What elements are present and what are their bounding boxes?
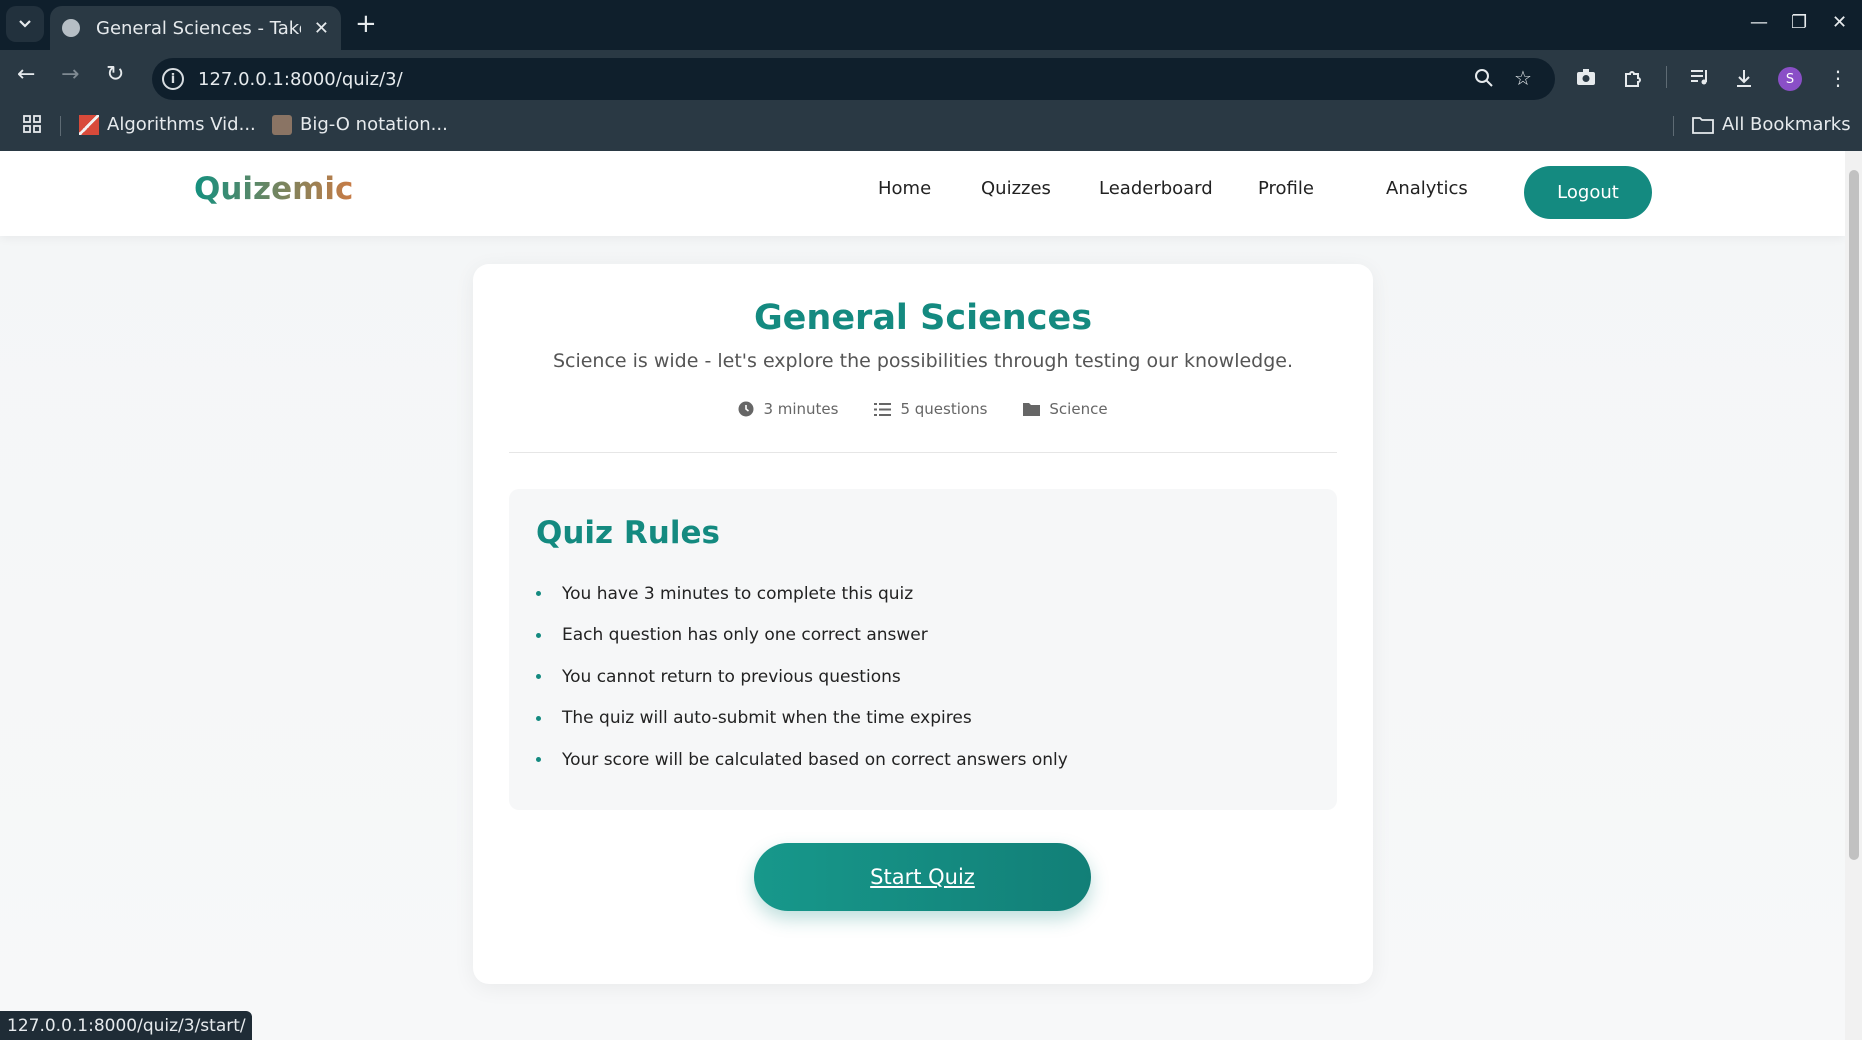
rule-text: Your score will be calculated based on c…	[562, 749, 1068, 770]
quiz-title: General Sciences	[753, 298, 1093, 338]
profile-avatar[interactable]: S	[1778, 67, 1802, 91]
chevron-down-icon	[19, 20, 31, 28]
restore-icon[interactable]: ❐	[1791, 12, 1807, 33]
all-bookmarks-label: All Bookmarks	[1722, 114, 1851, 135]
browser-tab-active[interactable]: General Sciences - Take Quiz ✕	[50, 6, 341, 50]
meta-category-text: Science	[1049, 400, 1108, 418]
forward-icon[interactable]: →	[61, 64, 79, 86]
tab-search-button[interactable]	[6, 6, 44, 42]
bookmark-separator	[1673, 116, 1674, 136]
rule-item: Each question has only one correct answe…	[536, 615, 1068, 657]
rule-item: Your score will be calculated based on c…	[536, 739, 1068, 781]
apps-grid-icon[interactable]	[22, 114, 42, 134]
all-bookmarks-button[interactable]: All Bookmarks	[1692, 114, 1851, 135]
meta-questions-text: 5 questions	[900, 400, 988, 418]
close-window-icon[interactable]: ✕	[1832, 12, 1847, 33]
bullet-icon	[536, 715, 541, 721]
nav-link-leaderboard[interactable]: Leaderboard	[1099, 178, 1213, 199]
quiz-rules-box: Quiz Rules You have 3 minutes to complet…	[509, 489, 1337, 810]
browser-tab-bar: General Sciences - Take Quiz ✕ + — ❐ ✕	[0, 0, 1862, 50]
bullet-icon	[536, 674, 541, 680]
tab-title: General Sciences - Take Quiz	[96, 17, 301, 39]
extensions-icon[interactable]	[1623, 68, 1643, 91]
bookmark-favicon-icon	[272, 114, 292, 135]
screenshot-camera-icon[interactable]	[1576, 68, 1596, 89]
bullet-icon	[536, 591, 541, 597]
clock-icon	[738, 401, 754, 417]
quiz-description: Science is wide - let's explore the poss…	[552, 350, 1294, 372]
browser-menu-icon[interactable]: ⋮	[1828, 68, 1848, 88]
bookmark-favicon-icon	[79, 114, 99, 135]
nav-link-home[interactable]: Home	[878, 178, 931, 199]
meta-questions: 5 questions	[874, 400, 987, 418]
new-tab-button[interactable]: +	[355, 10, 377, 38]
rule-item: The quiz will auto-submit when the time …	[536, 698, 1068, 740]
quiz-card: General Sciences Science is wide - let's…	[473, 264, 1373, 984]
list-icon	[874, 402, 892, 416]
bookmark-big-o[interactable]: Big-O notation...	[272, 114, 448, 135]
rules-title: Quiz Rules	[536, 515, 720, 551]
site-info-icon[interactable]: i	[162, 68, 184, 90]
rule-text: You cannot return to previous questions	[562, 666, 901, 687]
rule-text: You have 3 minutes to complete this quiz	[562, 583, 914, 604]
site-logo[interactable]: Quizemic	[194, 171, 353, 207]
nav-link-quizzes[interactable]: Quizzes	[981, 178, 1051, 199]
bookmark-algorithms[interactable]: Algorithms Vid...	[79, 114, 256, 135]
url-text[interactable]: 127.0.0.1:8000/quiz/3/	[198, 69, 403, 90]
rule-item: You have 3 minutes to complete this quiz	[536, 573, 1068, 615]
folder-icon	[1023, 403, 1041, 416]
meta-duration: 3 minutes	[738, 400, 838, 418]
rules-list: You have 3 minutes to complete this quiz…	[536, 573, 1068, 781]
logout-button[interactable]: Logout	[1524, 166, 1652, 219]
rule-item: You cannot return to previous questions	[536, 656, 1068, 698]
quiz-meta: 3 minutes 5 questions Science	[473, 400, 1373, 418]
nav-link-analytics[interactable]: Analytics	[1386, 178, 1468, 199]
nav-link-profile[interactable]: Profile	[1258, 178, 1314, 199]
bookmark-separator	[60, 116, 61, 136]
minimize-icon[interactable]: —	[1750, 12, 1768, 33]
address-bar[interactable]: i 127.0.0.1:8000/quiz/3/	[152, 58, 1555, 100]
download-icon[interactable]	[1734, 68, 1754, 91]
zoom-icon[interactable]	[1474, 68, 1494, 91]
bullet-icon	[536, 632, 541, 638]
globe-icon	[62, 19, 80, 37]
back-icon[interactable]: ←	[17, 64, 35, 86]
media-controls-icon[interactable]	[1690, 68, 1710, 89]
toolbar-divider	[1666, 66, 1667, 88]
reload-icon[interactable]: ↻	[106, 64, 124, 86]
web-page: Quizemic Home Quizzes Leaderboard Profil…	[0, 151, 1845, 1040]
card-divider	[509, 452, 1337, 453]
site-header: Quizemic Home Quizzes Leaderboard Profil…	[0, 151, 1845, 236]
folder-icon	[1692, 116, 1714, 134]
close-tab-icon[interactable]: ✕	[314, 18, 329, 39]
rule-text: Each question has only one correct answe…	[562, 625, 928, 646]
meta-duration-text: 3 minutes	[763, 400, 839, 418]
bullet-icon	[536, 757, 541, 763]
bookmark-label: Algorithms Vid...	[107, 114, 256, 135]
bookmark-label: Big-O notation...	[300, 114, 448, 135]
link-status-bubble: 127.0.0.1:8000/quiz/3/start/	[0, 1011, 252, 1040]
scrollbar-thumb[interactable]	[1849, 170, 1859, 860]
start-quiz-button[interactable]: Start Quiz	[754, 843, 1091, 911]
rule-text: The quiz will auto-submit when the time …	[562, 708, 972, 729]
bookmark-star-icon[interactable]: ☆	[1514, 68, 1532, 88]
meta-category: Science	[1023, 400, 1108, 418]
